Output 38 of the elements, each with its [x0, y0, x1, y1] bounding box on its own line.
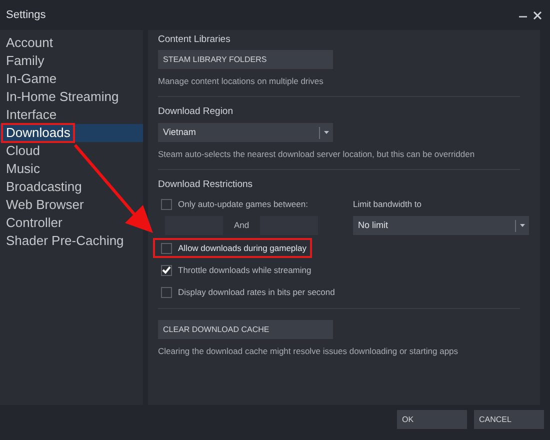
- checkbox[interactable]: [161, 286, 172, 298]
- check-icon: [162, 266, 171, 274]
- checkbox-label: Display download rates in bits per second: [178, 286, 335, 299]
- sidebar-item[interactable]: Family: [3, 53, 48, 69]
- sidebar-item[interactable]: In-Game: [3, 71, 60, 87]
- sidebar-item[interactable]: Web Browser: [3, 197, 87, 213]
- checkbox-label: Throttle downloads while streaming: [178, 264, 312, 277]
- checkbox[interactable]: [161, 198, 172, 210]
- checkbox-label: Only auto-update games between:: [178, 198, 308, 211]
- sidebar-item[interactable]: Shader Pre-Caching: [3, 233, 127, 249]
- action-button[interactable]: STEAM LIBRARY FOLDERS: [158, 50, 333, 70]
- sidebar-item[interactable]: Controller: [3, 215, 66, 231]
- sidebar-item[interactable]: In-Home Streaming: [3, 89, 122, 105]
- checkbox[interactable]: [161, 264, 172, 276]
- sidebar-item[interactable]: Cloud: [3, 143, 43, 159]
- bandwidth-dropdown[interactable]: No limit: [353, 216, 529, 236]
- section-heading: Download Restrictions: [158, 178, 254, 192]
- sidebar-item[interactable]: Account: [3, 35, 56, 51]
- region-dropdown[interactable]: Vietnam: [158, 123, 333, 142]
- description-text: Manage content locations on multiple drives: [158, 75, 324, 88]
- sidebar-item[interactable]: Broadcasting: [3, 179, 85, 195]
- close-icon[interactable]: [533, 10, 542, 20]
- description-text: Steam auto-selects the nearest download server location, but this can be overridden: [158, 148, 476, 161]
- section-heading: Download Region: [158, 105, 234, 119]
- checkbox[interactable]: [161, 242, 172, 254]
- sidebar-item[interactable]: Music: [3, 161, 43, 177]
- section-heading: Content Libraries: [158, 33, 232, 47]
- field-label: Limit bandwidth to: [353, 198, 423, 211]
- action-button[interactable]: CLEAR DOWNLOAD CACHE: [158, 320, 333, 340]
- sidebar-item[interactable]: Interface: [3, 107, 60, 123]
- dialog-button[interactable]: CANCEL: [474, 410, 544, 429]
- dialog-button[interactable]: OK: [397, 410, 467, 429]
- checkbox-label: Allow downloads during gameplay: [178, 242, 307, 255]
- caret-icon: [520, 224, 525, 228]
- description-text: Clearing the download cache might resolve issues downloading or starting apps: [158, 345, 460, 358]
- joiner-text: And: [232, 219, 250, 232]
- window-title: Settings: [6, 8, 46, 23]
- caret-icon: [324, 131, 329, 134]
